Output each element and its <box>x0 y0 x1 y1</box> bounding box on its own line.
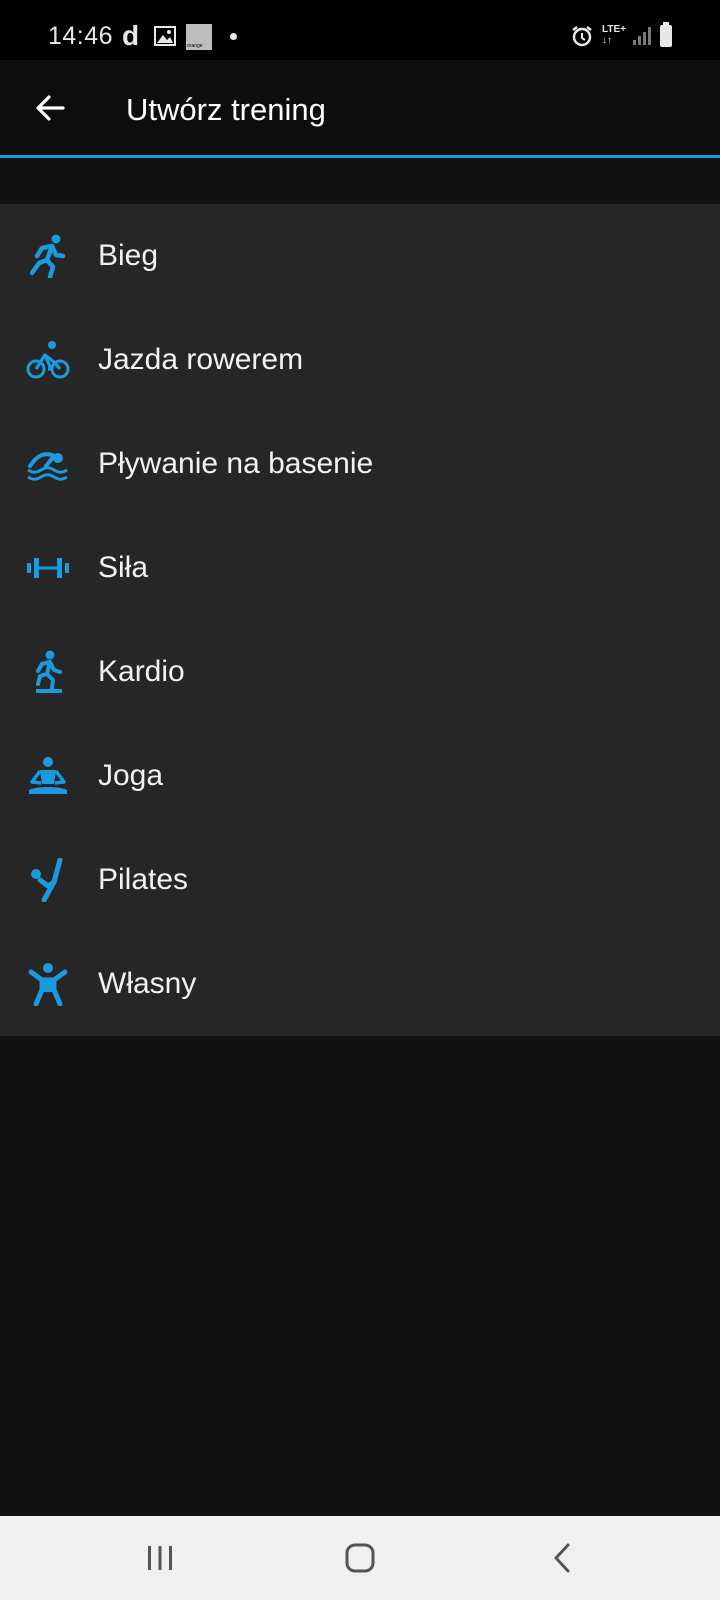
app-bar: Utwórz trening <box>0 60 720 158</box>
swimming-icon <box>26 442 70 486</box>
stair-step-icon <box>26 650 70 694</box>
notification-dot-icon <box>230 33 237 40</box>
item-label: Pilates <box>98 863 189 896</box>
system-nav-bar <box>0 1516 720 1600</box>
list-item-plywanie[interactable]: Pływanie na basenie <box>0 412 720 516</box>
item-label: Kardio <box>98 655 185 688</box>
custom-person-icon <box>26 962 70 1006</box>
list-item-joga[interactable]: Joga <box>0 724 720 828</box>
orange-icon: orange <box>186 24 212 50</box>
carrier-glyph: d <box>122 20 140 51</box>
recents-button[interactable] <box>130 1536 190 1580</box>
battery-icon <box>660 22 672 47</box>
home-button[interactable] <box>330 1536 390 1580</box>
item-label: Siła <box>98 551 149 584</box>
activity-list: Bieg Jazda rowerem Pływanie na basenie S… <box>0 204 720 1036</box>
status-time: 14:46 <box>48 22 114 50</box>
status-bar: 14:46 d orange LTE+ ↓↑ <box>0 0 720 60</box>
cycling-icon <box>26 338 70 382</box>
dumbbell-icon <box>26 546 70 590</box>
signal-icon <box>632 26 652 51</box>
yoga-icon <box>26 754 70 798</box>
nav-back-button[interactable] <box>532 1536 592 1580</box>
list-item-jazda-rowerem[interactable]: Jazda rowerem <box>0 308 720 412</box>
list-item-kardio[interactable]: Kardio <box>0 620 720 724</box>
arrow-left-icon <box>36 95 65 121</box>
pilates-icon <box>26 858 70 902</box>
item-label: Pływanie na basenie <box>98 447 374 480</box>
running-icon <box>26 234 70 278</box>
home-icon <box>345 1543 375 1573</box>
orange-label: orange <box>187 43 203 49</box>
page-title: Utwórz trening <box>126 92 326 127</box>
list-item-sila[interactable]: Siła <box>0 516 720 620</box>
alarm-icon <box>570 24 594 53</box>
network-label: LTE+ <box>602 24 626 35</box>
back-chevron-icon <box>554 1543 570 1573</box>
item-label: Bieg <box>98 239 159 272</box>
list-item-pilates[interactable]: Pilates <box>0 828 720 932</box>
item-label: Joga <box>98 759 164 792</box>
spacer <box>0 158 720 204</box>
recents-icon <box>148 1546 172 1570</box>
item-label: Własny <box>98 967 197 1000</box>
network-type: LTE+ ↓↑ <box>602 24 626 46</box>
item-label: Jazda rowerem <box>98 343 304 376</box>
gallery-icon <box>154 26 176 51</box>
list-item-bieg[interactable]: Bieg <box>0 204 720 308</box>
list-item-wlasny[interactable]: Własny <box>0 932 720 1036</box>
back-button[interactable] <box>22 80 78 136</box>
